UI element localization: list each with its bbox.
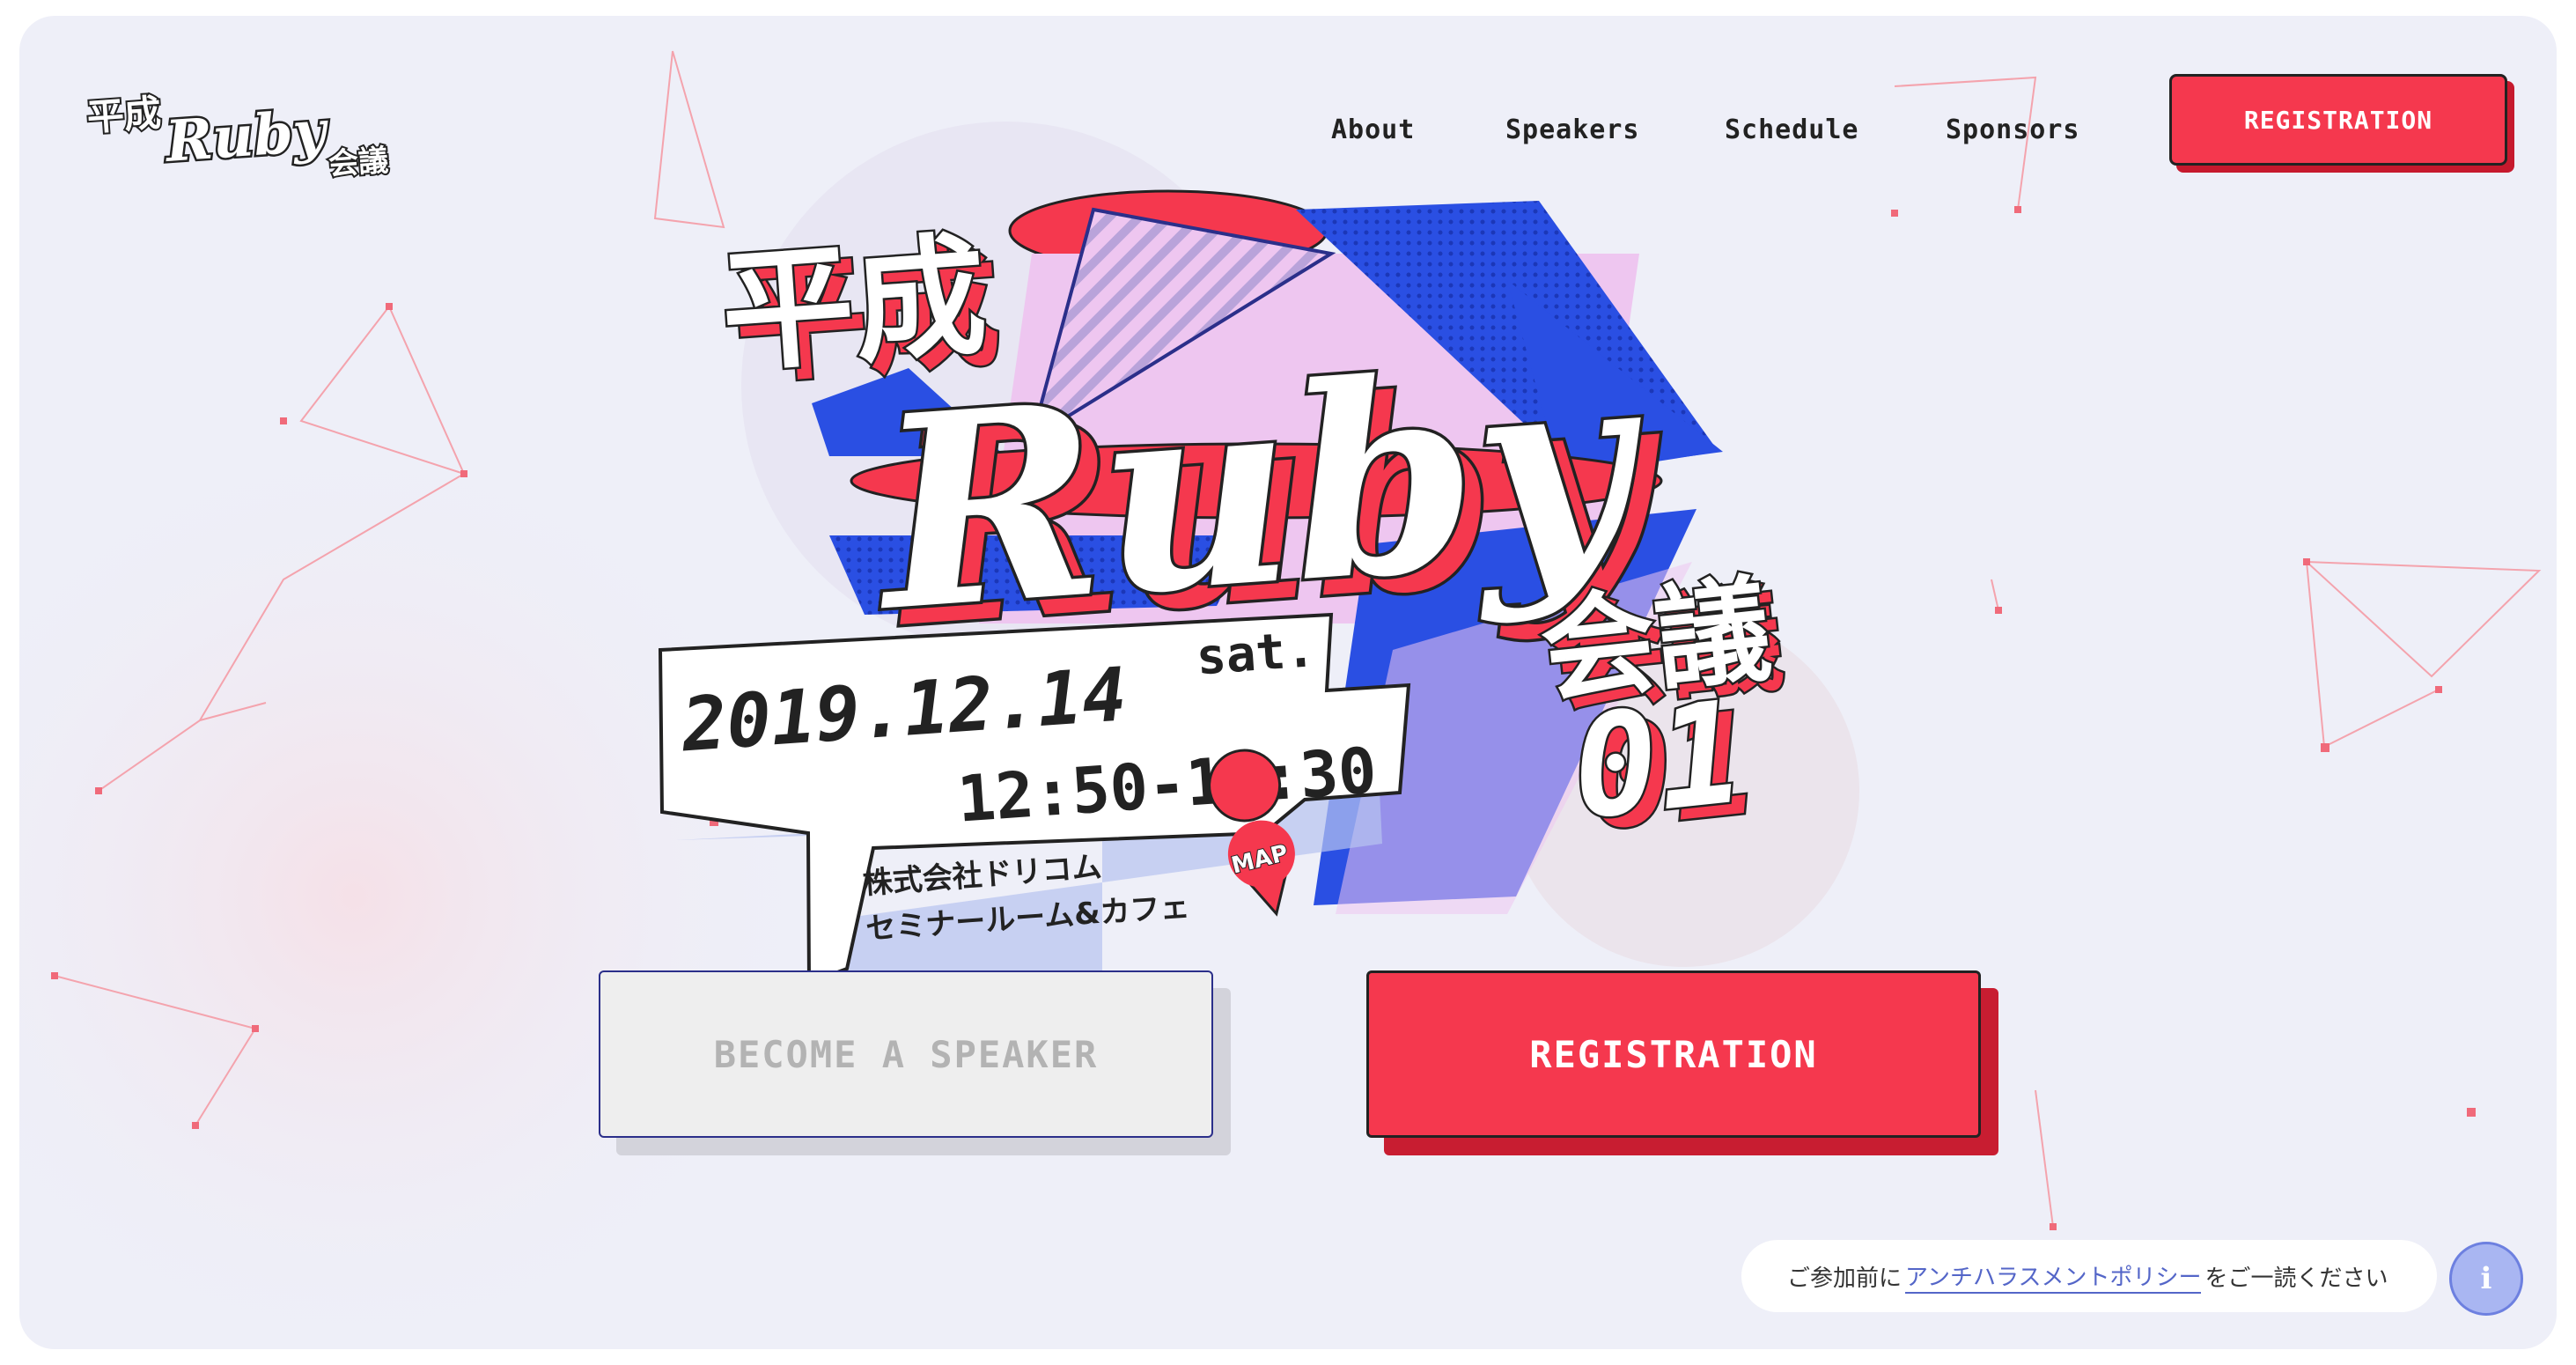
- harassment-policy-notice: ご参加前に アンチハラスメントポリシー をご一読ください: [1741, 1240, 2437, 1312]
- event-weekday: sat.: [1195, 621, 1317, 686]
- title-ruby: Ruby: [862, 306, 1655, 670]
- become-speaker-button[interactable]: BECOME A SPEAKER: [599, 970, 1213, 1138]
- notice-prefix: ご参加前に: [1787, 1265, 1903, 1292]
- page-background: 平成 Ruby 会議 About Speakers Schedule Spons…: [19, 16, 2557, 1349]
- hero-key-visual: 平成 平成 Ruby Ruby 会議 会議 01 01 2019.12.14 s…: [658, 189, 1791, 997]
- title-number: 01: [1565, 669, 1751, 851]
- registration-button[interactable]: REGISTRATION: [1366, 970, 1981, 1138]
- harassment-policy-link[interactable]: アンチハラスメントポリシー: [1905, 1259, 2202, 1294]
- notice-suffix: をご一読ください: [2204, 1265, 2388, 1292]
- info-icon[interactable]: i: [2449, 1242, 2523, 1316]
